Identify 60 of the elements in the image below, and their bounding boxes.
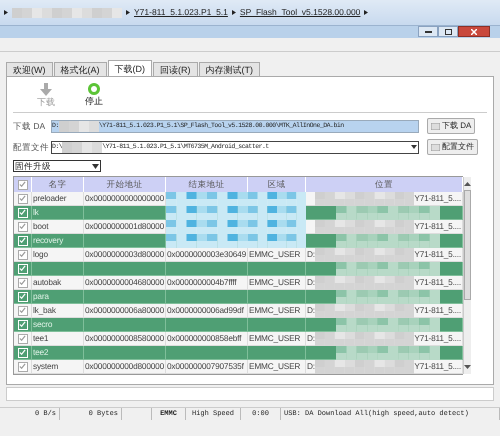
maximize-button[interactable]: [438, 26, 458, 37]
folder-icon: [431, 122, 440, 130]
tab[interactable]: 内存测试(T): [198, 62, 260, 76]
table-row[interactable]: autobak 0x0000000004680000 0x0000000004b7ffff EMMC_USER D: Y71-811_5....: [14, 276, 463, 290]
arrow-icon: [364, 10, 368, 15]
checkbox[interactable]: [18, 306, 28, 316]
table-cell: 0x000000000d800000: [84, 360, 166, 374]
table-row[interactable]: lk_bak 0x0000000006a80000 0x0000000006ad99df EMMC_USER D: Y71-811_5....: [14, 304, 463, 318]
checkbox[interactable]: [18, 250, 28, 260]
scroll-down-icon: [464, 364, 471, 370]
checkbox[interactable]: [18, 278, 28, 288]
tab[interactable]: 格式化(A): [54, 62, 106, 76]
scrollbar[interactable]: [463, 177, 471, 374]
table-row[interactable]: [14, 262, 463, 276]
scatter-button[interactable]: 配置文件: [427, 139, 478, 155]
arrow-icon: [126, 10, 130, 15]
table-cell: D: Y71-811_5....: [306, 360, 463, 374]
checkbox[interactable]: [18, 194, 28, 204]
stop-icon: [88, 83, 100, 95]
blurred-area: [248, 206, 306, 220]
table-row[interactable]: logo 0x0000000003d80000 0x0000000003e30649 EMMC_USER D: Y71-811_5....: [14, 248, 463, 262]
address-bar[interactable]: Y71-811_5.1.023.P1_5.1 SP_Flash_Tool_v5.1528.00.000: [0, 0, 500, 26]
minimize-button[interactable]: [418, 26, 438, 37]
folder-icon: [431, 144, 440, 150]
mode-dropdown[interactable]: 固件升级: [13, 160, 101, 172]
path-segment[interactable]: SP_Flash_Tool_v5.1528.00.000: [240, 6, 360, 19]
down-arrow-icon: [40, 83, 52, 96]
checkbox[interactable]: [18, 334, 28, 344]
dropdown-arrow-icon: [92, 164, 99, 168]
field-label: 下载 DA: [13, 120, 46, 132]
checkbox[interactable]: [18, 180, 28, 190]
table-cell: system: [32, 360, 84, 374]
tab[interactable]: 回读(R): [153, 62, 198, 76]
field-label: 配置文件: [13, 140, 47, 154]
stop-button[interactable]: 停止: [85, 83, 103, 112]
tab[interactable]: 下载(D): [108, 60, 152, 76]
scroll-up-icon: [464, 181, 471, 187]
table-row[interactable]: preloader 0x0000000000000000 Y71-811_5....: [14, 192, 463, 206]
checkbox[interactable]: [18, 362, 28, 372]
minimize-icon: [424, 30, 432, 33]
table-row[interactable]: boot 0x0000000001d80000 Y71-811_5....: [14, 220, 463, 234]
blurred-area: [62, 142, 102, 152]
table-row[interactable]: system 0x000000000d800000 0x000000007907535f EMMC_USER D: Y71-811_5....: [14, 360, 463, 374]
blurred-area: [248, 234, 306, 248]
path-segment[interactable]: Y71-811_5.1.023.P1_5.1: [134, 6, 228, 19]
restore-icon: [444, 28, 452, 34]
blurred-area: [248, 192, 306, 206]
arrow-icon: [232, 10, 236, 15]
close-icon: [471, 28, 477, 34]
dropdown-arrow-icon: [410, 144, 418, 150]
blurred-area: [248, 220, 306, 234]
table-cell: EMMC_USER: [248, 360, 306, 374]
tab[interactable]: 欢迎(W): [6, 62, 52, 76]
checkbox[interactable]: [18, 222, 28, 232]
close-button[interactable]: [458, 26, 490, 37]
blurred-area: [58, 120, 99, 132]
table-cell: 0x000000007907535f: [166, 360, 248, 374]
arrow-icon: [4, 10, 8, 15]
da-button[interactable]: 下载 DA: [427, 118, 476, 134]
table-row[interactable]: tee1 0x0000000008580000 0x000000000858ebff EMMC_USER D: Y71-811_5....: [14, 332, 463, 346]
